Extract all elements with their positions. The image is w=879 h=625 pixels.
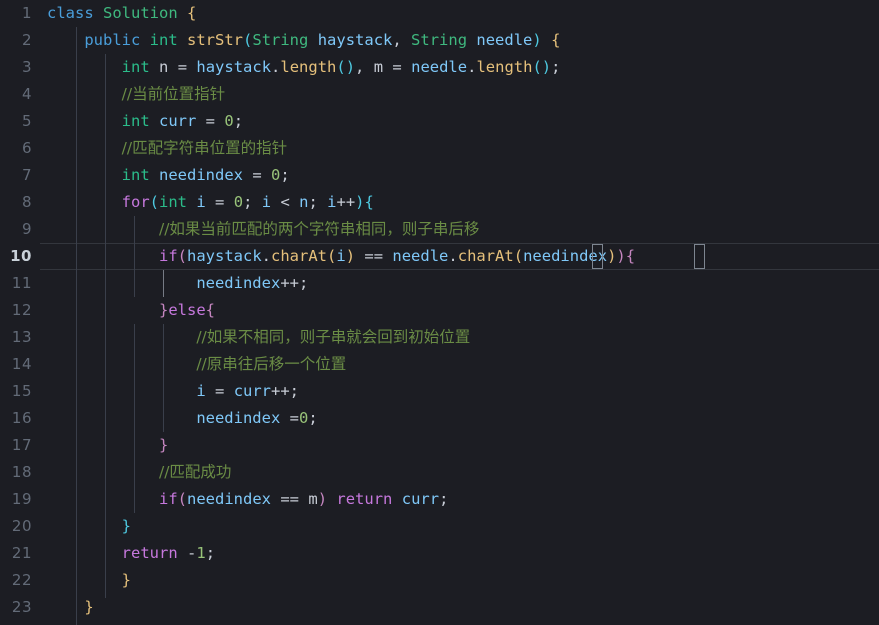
code-line[interactable]: public int strStr(String haystack, Strin… (0, 27, 879, 54)
line-number: 16 (11, 409, 32, 427)
line-number: 11 (11, 274, 32, 292)
line-number: 8 (21, 193, 32, 211)
code-line[interactable]: } (0, 594, 879, 621)
line-number: 23 (11, 598, 32, 616)
line-number: 6 (21, 139, 32, 157)
line-number: 17 (11, 436, 32, 454)
code-line-text: needindex =0; (196, 409, 318, 427)
code-line-text: i = curr++; (196, 382, 300, 400)
line-number: 5 (21, 112, 32, 130)
code-line-text: } (84, 598, 94, 616)
line-number: 9 (21, 220, 32, 238)
code-line[interactable]: int n = haystack.length(), m = needle.le… (0, 54, 879, 81)
code-line-text: int n = haystack.length(), m = needle.le… (121, 58, 561, 76)
code-line[interactable]: needindex++; (0, 270, 879, 297)
code-line[interactable]: //如果当前匹配的两个字符串相同，则子串后移 (0, 216, 879, 243)
code-line-text: class Solution { (47, 4, 197, 22)
code-line[interactable]: //匹配成功 (0, 459, 879, 486)
code-line-text: //匹配字符串位置的指针 (121, 139, 288, 157)
code-line-text: if(haystack.charAt(i) == needle.charAt(n… (158, 247, 636, 265)
code-line[interactable]: int needindex = 0; (0, 162, 879, 189)
line-number: 19 (11, 490, 32, 508)
code-line[interactable]: }else{ (0, 297, 879, 324)
code-line-text: } (121, 517, 131, 535)
line-number: 20 (11, 517, 32, 535)
code-line[interactable]: //匹配字符串位置的指针 (0, 135, 879, 162)
line-number: 22 (11, 571, 32, 589)
line-number: 18 (11, 463, 32, 481)
code-line-text: //当前位置指针 (121, 85, 226, 103)
code-content[interactable]: class Solution { public int strStr(Strin… (0, 0, 879, 625)
code-line-text: needindex++; (196, 274, 309, 292)
code-line-text: public int strStr(String haystack, Strin… (84, 31, 561, 49)
code-line-text: //匹配成功 (158, 463, 232, 481)
code-line[interactable]: for(int i = 0; i < n; i++){ (0, 189, 879, 216)
code-line-active[interactable]: if(haystack.charAt(i) == needle.charAt(n… (0, 243, 879, 270)
line-number: 14 (11, 355, 32, 373)
code-line[interactable]: i = curr++; (0, 378, 879, 405)
code-line-text: //原串往后移一个位置 (196, 355, 347, 373)
code-line-text: } (121, 571, 131, 589)
code-line[interactable]: needindex =0; (0, 405, 879, 432)
line-number: 21 (11, 544, 32, 562)
line-number-gutter: 1 2 3 4 5 6 7 8 9 10 11 12 13 14 15 16 1… (0, 0, 40, 625)
line-number: 4 (21, 85, 32, 103)
code-line[interactable]: //原串往后移一个位置 (0, 351, 879, 378)
code-line[interactable]: } (0, 432, 879, 459)
code-line-text: int needindex = 0; (121, 166, 290, 184)
code-line[interactable]: class Solution { (0, 0, 879, 27)
code-line-text: return -1; (121, 544, 216, 562)
line-number-active: 10 (10, 247, 32, 265)
code-line[interactable]: int curr = 0; (0, 108, 879, 135)
line-number: 12 (11, 301, 32, 319)
line-number: 2 (21, 31, 32, 49)
line-number: 7 (21, 166, 32, 184)
code-line-text: }else{ (158, 301, 215, 319)
code-line[interactable]: //如果不相同，则子串就会回到初始位置 (0, 324, 879, 351)
code-line-text: int curr = 0; (121, 112, 244, 130)
code-line-text: if(needindex == m) return curr; (158, 490, 449, 508)
line-number: 13 (11, 328, 32, 346)
line-number: 15 (11, 382, 32, 400)
code-editor[interactable]: 1 2 3 4 5 6 7 8 9 10 11 12 13 14 15 16 1… (0, 0, 879, 625)
line-number: 1 (21, 4, 32, 22)
code-line[interactable]: //当前位置指针 (0, 81, 879, 108)
code-line-text: //如果不相同，则子串就会回到初始位置 (196, 328, 471, 346)
code-line[interactable]: return -1; (0, 540, 879, 567)
code-line-text: } (158, 436, 169, 454)
line-number: 3 (21, 58, 32, 76)
code-line-text: for(int i = 0; i < n; i++){ (121, 193, 374, 211)
code-line[interactable]: } (0, 567, 879, 594)
code-line-text: //如果当前匹配的两个字符串相同，则子串后移 (158, 220, 480, 238)
code-line[interactable]: if(needindex == m) return curr; (0, 486, 879, 513)
code-line[interactable]: } (0, 513, 879, 540)
